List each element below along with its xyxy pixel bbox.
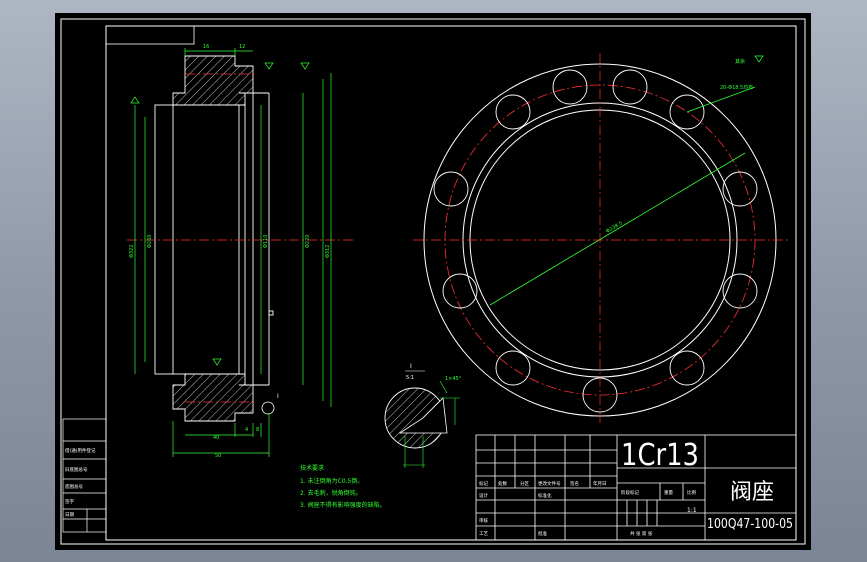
strip-label-4: 签字: [65, 498, 74, 505]
dim-bottom-40: 40: [213, 435, 219, 441]
dim-dia-322: Φ322: [129, 245, 135, 258]
tech-item-3: 3. 阀座不得有影响强度的缺陷。: [300, 501, 386, 509]
section-view: 16 12 4 8 40 50 Φ322 Φ260 Φ110 Φ220 Φ312…: [127, 44, 355, 459]
tech-item-1: 1. 未注倒角为C0.5倒。: [300, 477, 363, 485]
dim-bottom-50: 50: [215, 453, 221, 459]
tb-process: 工艺: [479, 531, 488, 537]
tb-col-count: 处数: [498, 480, 507, 487]
tb-standardize: 标准化: [538, 492, 552, 499]
title-block: 标记 处数 分区 更改文件号 签名 年月日 设计 标准化 审核 工艺 批准 阶段…: [475, 434, 797, 541]
tech-heading: 技术要求: [300, 464, 324, 472]
tb-stage-marks: 阶段标记: [621, 489, 639, 496]
tb-check: 审核: [479, 517, 488, 524]
detail-scale: 5:1: [406, 375, 414, 381]
detail-view: I 5:1 1×45°: [384, 363, 462, 468]
bolt-circle-dim: Φ238.5: [605, 220, 624, 234]
tech-requirements: 技术要求 1. 未注倒角为C0.5倒。 2. 去毛刺，锐角倒钝。 3. 阀座不得…: [300, 464, 386, 509]
engineering-drawing: 借(通)用件登记 旧底图总号 底图总号 签字 日期 16 12 4 8 40 5…: [60, 18, 806, 545]
dim-bottom-4: 4: [245, 427, 248, 433]
plan-view: Φ238.5 20-Φ18.5均布 其余: [413, 53, 790, 423]
tb-scale-value: 1:1: [687, 507, 697, 514]
tb-part-name: 阀座: [730, 480, 774, 505]
detail-label: I: [410, 363, 412, 370]
tb-sheet-total: 共 张 第 张: [630, 530, 653, 537]
dim-dia-110: Φ110: [263, 235, 269, 248]
top-left-box: [105, 25, 195, 45]
bolt-holes-callout: 20-Φ18.5均布: [720, 84, 753, 91]
tech-item-2: 2. 去毛刺，锐角倒钝。: [300, 489, 362, 497]
tb-col-change-doc: 更改文件号: [538, 480, 561, 487]
tb-col-date: 年月日: [593, 480, 607, 487]
detail-chamfer: 1×45°: [445, 376, 462, 382]
tb-approve: 批准: [538, 530, 547, 537]
dim-dia-260: Φ260: [147, 235, 153, 248]
tb-design: 设计: [479, 492, 488, 499]
strip-label-1: 借(通)用件登记: [65, 447, 96, 454]
cad-viewport[interactable]: 借(通)用件登记 旧底图总号 底图总号 签字 日期 16 12 4 8 40 5…: [55, 13, 811, 550]
tb-col-zone: 分区: [520, 480, 529, 487]
tb-drawing-number: 100Q47-100-05: [707, 517, 793, 532]
tb-material: 1Cr13: [621, 438, 699, 473]
strip-label-5: 日期: [65, 512, 74, 518]
dim-dia-312: Φ312: [325, 245, 331, 258]
tb-col-sign: 签名: [570, 480, 579, 487]
dim-dia-220: Φ220: [305, 235, 311, 248]
tb-weight: 重量: [664, 489, 673, 496]
tb-col-mark: 标记: [479, 480, 488, 487]
dim-bottom-8: 8: [256, 427, 259, 433]
strip-label-2: 旧底图总号: [65, 466, 88, 473]
tb-scale-label: 比例: [687, 489, 696, 496]
dim-top-12: 12: [239, 44, 245, 50]
strip-label-3: 底图总号: [65, 483, 83, 490]
dim-top-16: 16: [203, 44, 209, 50]
surface-finish-other: 其余: [735, 58, 745, 65]
detail-marker: I: [277, 393, 279, 400]
